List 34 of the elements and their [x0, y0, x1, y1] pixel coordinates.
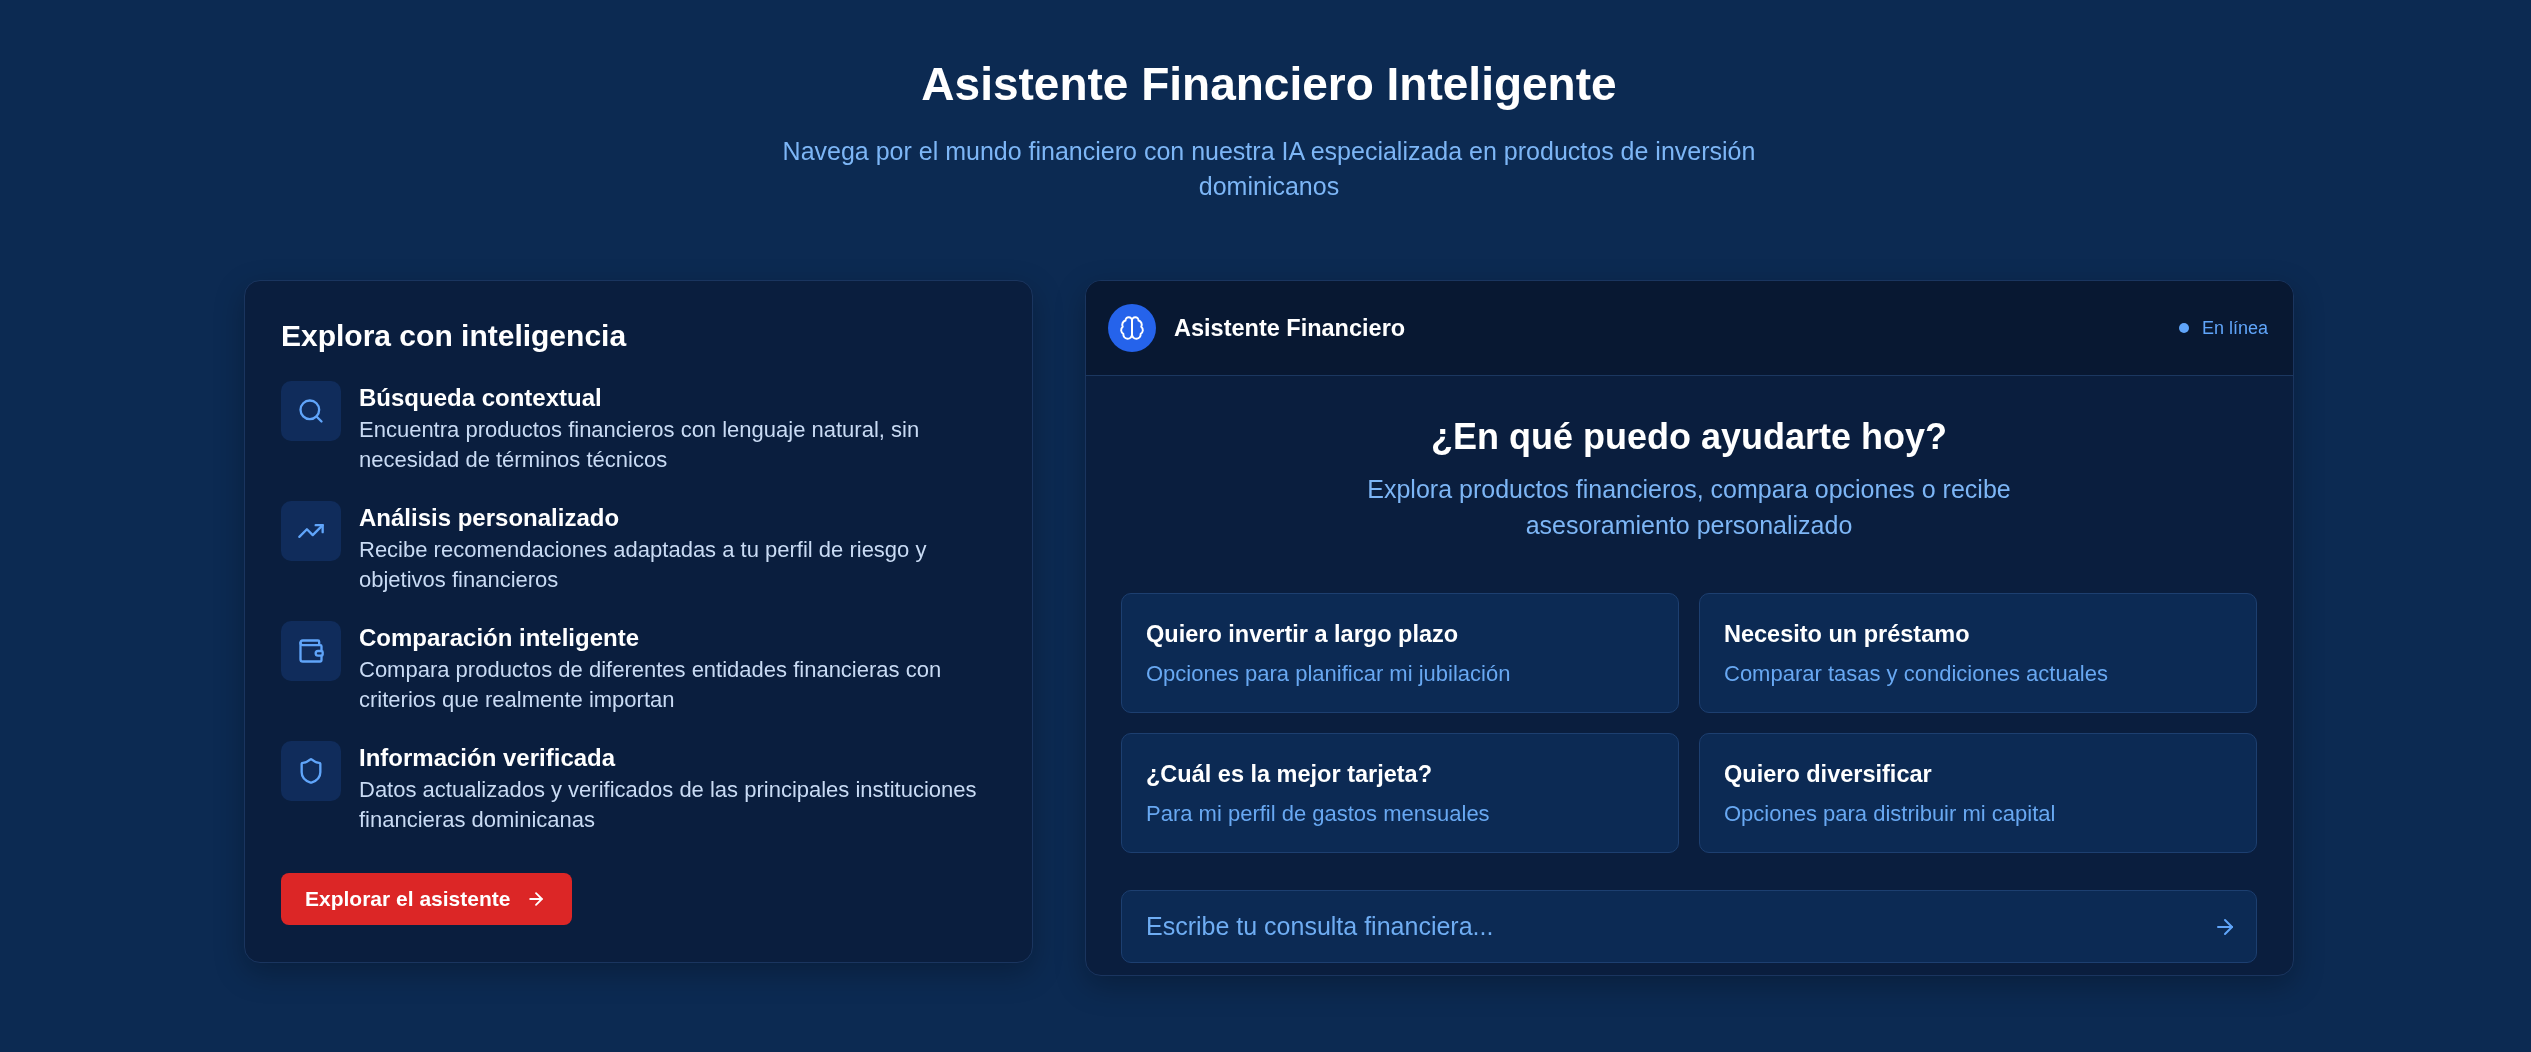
suggestion-card[interactable]: Necesito un préstamo Comparar tasas y condiciones actuales [1699, 593, 2257, 713]
feature-description: Datos actualizados y verificados de las principales instituciones financieras dominicanas [359, 776, 978, 834]
suggestion-description: Comparar tasas y condiciones actuales [1724, 660, 2108, 688]
feature-description: Recibe recomendaciones adaptadas a tu perfil de riesgo y objetivos financieros [359, 536, 928, 594]
trending-up-icon [281, 501, 341, 561]
suggestion-title: Quiero diversificar [1724, 760, 1932, 789]
suggestion-title: Necesito un préstamo [1724, 620, 1970, 649]
feature-title: Análisis personalizado [359, 503, 621, 533]
feature-description: Encuentra productos financieros con lenguaje natural, sin necesidad de términos técnicos [359, 416, 921, 474]
page-title: Asistente Financiero Inteligente [920, 57, 1618, 112]
feature-title: Comparación inteligente [359, 623, 641, 653]
feature-title: Información verificada [359, 743, 617, 773]
explore-button[interactable]: Explorar el asistente [281, 873, 573, 925]
shield-icon [281, 741, 341, 801]
card-heading: Explora con inteligencia [281, 318, 628, 354]
greeting-heading: ¿En qué puedo ayudarte hoy? [1429, 415, 1948, 459]
brain-icon [1108, 304, 1156, 352]
suggestion-card[interactable]: Quiero invertir a largo plazo Opciones para planificar mi jubilación [1121, 593, 1679, 713]
wallet-icon [281, 621, 341, 681]
greeting-text: Explora productos financieros, compara opciones o recibe asesoramiento personalizado [1366, 474, 2012, 541]
status-label: En línea [2201, 317, 2268, 339]
suggestion-card[interactable]: Quiero diversificar Opciones para distribuir mi capital [1699, 733, 2257, 853]
feature-description: Compara productos de diferentes entidades financieras con criterios que realmente importan [359, 656, 943, 714]
suggestion-title: ¿Cuál es la mejor tarjeta? [1146, 760, 1433, 789]
page-subtitle: Navega por el mundo financiero con nuestra IA especializada en productos de inversión dominicanos [781, 136, 1757, 202]
suggestion-description: Para mi perfil de gastos mensuales [1146, 800, 1490, 828]
assistant-name: Asistente Financiero [1174, 314, 1406, 342]
suggestion-title: Quiero invertir a largo plazo [1146, 620, 1459, 649]
suggestion-description: Opciones para planificar mi jubilación [1146, 660, 1511, 688]
query-input[interactable]: Escribe tu consulta financiera... [1121, 890, 2257, 963]
suggestion-description: Opciones para distribuir mi capital [1724, 800, 2056, 828]
suggestion-card[interactable]: ¿Cuál es la mejor tarjeta? Para mi perfil de gastos mensuales [1121, 733, 1679, 853]
search-icon [281, 381, 341, 441]
feature-title: Búsqueda contextual [359, 383, 603, 413]
